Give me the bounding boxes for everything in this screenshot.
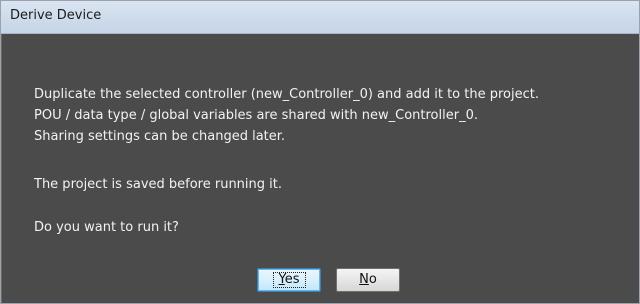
yes-button[interactable]: Yes: [257, 268, 321, 292]
dialog-titlebar[interactable]: Derive Device: [1, 1, 639, 34]
no-rest: o: [368, 272, 377, 287]
no-mnemonic: N: [359, 272, 369, 287]
message-line-1: Duplicate the selected controller (new_C…: [34, 87, 539, 102]
message-line-2: POU / data type / global variables are s…: [34, 108, 478, 123]
message-line-3: Sharing settings can be changed later.: [34, 129, 286, 144]
yes-rest: es: [284, 272, 300, 287]
dialog-body: [1, 34, 639, 303]
no-button-label: No: [353, 269, 383, 291]
message-line-5: Do you want to run it?: [34, 220, 179, 235]
derive-device-dialog: Derive Device Duplicate the selected con…: [0, 0, 640, 304]
dialog-title: Derive Device: [10, 8, 102, 23]
message-line-4: The project is saved before running it.: [34, 177, 283, 192]
no-button[interactable]: No: [336, 268, 400, 292]
yes-button-label: Yes: [272, 272, 306, 288]
